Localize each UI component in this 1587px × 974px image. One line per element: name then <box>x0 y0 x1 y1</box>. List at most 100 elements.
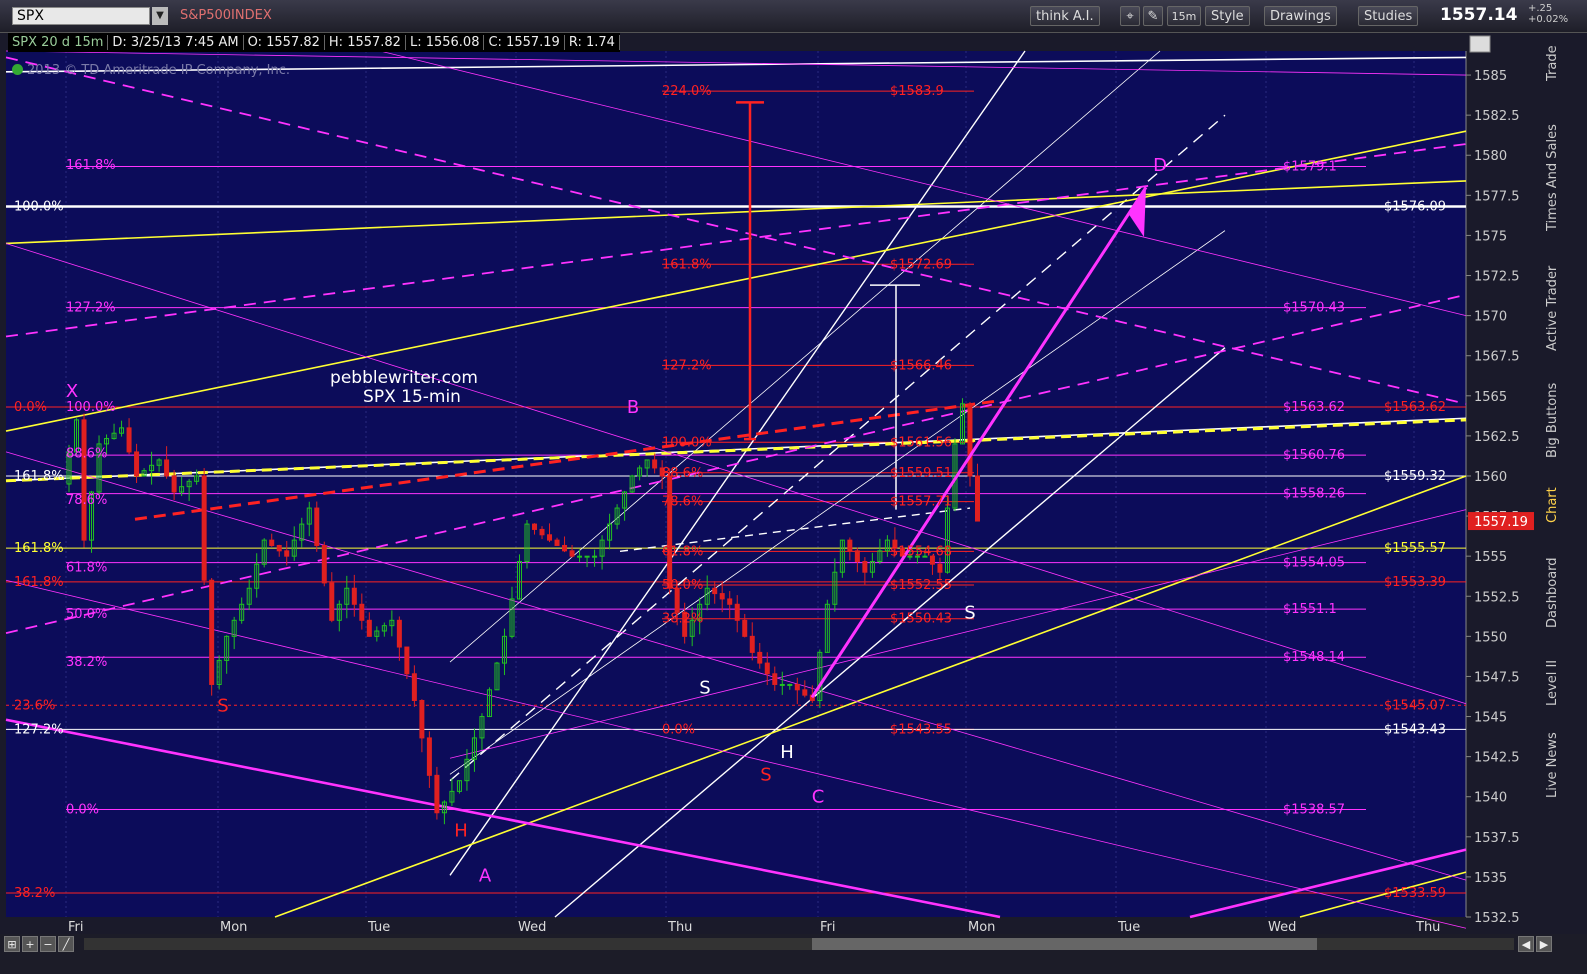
symbol-dropdown-icon[interactable]: ▼ <box>152 7 168 25</box>
y-tick-label: 1547.5 <box>1474 670 1520 685</box>
price-label-far-right: $1545.07 <box>1384 698 1446 713</box>
info-high: H: 1557.82 <box>324 35 406 50</box>
drawings-button[interactable]: Drawings <box>1264 6 1337 26</box>
interval-button[interactable]: 15m <box>1167 6 1201 26</box>
candle-body <box>201 475 207 581</box>
tab-big-buttons[interactable]: Big Buttons <box>1545 373 1567 468</box>
fib-label-mid: 100.0% <box>662 435 712 450</box>
x-tick-label: Tue <box>1117 920 1140 934</box>
zoom-in-icon[interactable]: + <box>22 936 38 952</box>
candle-body <box>171 475 177 493</box>
candle-body <box>592 555 598 558</box>
candle-body <box>329 582 335 621</box>
last-price-tag-label: 1557.19 <box>1474 515 1528 530</box>
x-tick-label: Wed <box>1268 920 1296 934</box>
y-tick-label: 1542.5 <box>1474 751 1520 766</box>
x-tick-label: Fri <box>820 920 836 934</box>
chart-plot[interactable]: Fri Mon Tue Wed Thu Fri Mon Tue Wed Thu 1532.5 1535… <box>0 33 1545 934</box>
symbol-input[interactable]: SPX <box>12 7 150 25</box>
y-tick-label: 1537.5 <box>1474 831 1520 846</box>
y-tick-label: 1562.5 <box>1474 430 1520 445</box>
candle-body <box>321 544 327 584</box>
pattern-point-label: H <box>780 742 794 763</box>
y-tick-label: 1580 <box>1474 149 1507 164</box>
y-tick-label: 1532.5 <box>1474 911 1520 926</box>
tab-dashboard[interactable]: Dashboard <box>1545 548 1567 638</box>
candle-body <box>862 561 868 573</box>
watermark-subtitle: SPX 15-min <box>363 387 461 407</box>
bottom-bar: ⊞ + − ╱ ◀ ▶ <box>0 934 1587 974</box>
info-date: D: 3/25/13 7:45 AM <box>108 35 244 50</box>
studies-button[interactable]: Studies <box>1358 6 1419 26</box>
candle-body <box>411 673 417 702</box>
candle-body <box>772 673 778 685</box>
candle-body <box>426 737 432 776</box>
price-label-mid: $1561.56 <box>890 435 952 450</box>
think-ai-button[interactable]: think A.I. <box>1030 6 1100 26</box>
fib-label-left: 78.6% <box>66 493 107 508</box>
candle-body <box>652 459 658 469</box>
price-label-right: $1570.43 <box>1283 301 1345 316</box>
fib-label-left: 161.8% <box>14 575 64 590</box>
wrench-icon[interactable]: ✎ <box>1143 6 1163 26</box>
scroll-right-icon[interactable]: ▶ <box>1536 936 1552 952</box>
price-label-far-right: $1533.59 <box>1384 886 1446 901</box>
candle-body <box>569 550 575 557</box>
fib-label-left: 161.8% <box>66 158 116 173</box>
x-tick-label: Thu <box>667 920 692 934</box>
tab-chart[interactable]: Chart <box>1545 478 1567 533</box>
price-label-yellow: $1555.57 <box>1384 541 1446 556</box>
fib-label-mid: 50.0% <box>662 578 703 593</box>
candle-body <box>562 544 568 552</box>
fib-label-mid: 38.2% <box>662 612 703 627</box>
price-label-right: $1560.76 <box>1283 448 1345 463</box>
draw-tool-icon[interactable]: ╱ <box>58 936 74 952</box>
watermark-site: pebblewriter.com <box>330 368 478 388</box>
candle-body <box>779 683 785 686</box>
fib-label-left: 127.2% <box>66 301 116 316</box>
candle-body <box>366 619 372 637</box>
copyright-text: 2013 © TD Ameritrade IP Company, Inc. <box>27 63 291 78</box>
y-tick-label: 1575 <box>1474 229 1507 244</box>
style-button[interactable]: Style <box>1205 6 1250 26</box>
scroll-thumb[interactable] <box>812 938 1317 950</box>
fib-label-left: 100.0% <box>66 400 116 415</box>
fib-label-mid: 61.8% <box>662 544 703 559</box>
y-tick-label: 1550 <box>1474 630 1507 645</box>
pattern-point-label: S <box>964 602 975 623</box>
y-tick-label: 1570 <box>1474 310 1507 325</box>
fib-label-left: 161.8% <box>14 541 64 556</box>
candle-body <box>854 550 860 563</box>
price-label-white: $1543.43 <box>1384 722 1446 737</box>
scroll-left-icon[interactable]: ◀ <box>1518 936 1534 952</box>
candle-body <box>734 603 740 621</box>
fib-label-left: 50.0% <box>66 607 107 622</box>
candle-body <box>276 544 282 552</box>
fib-label-left: 100.0% <box>14 200 64 215</box>
info-range: R: 1.74 <box>564 35 620 50</box>
zoom-fit-icon[interactable]: ⊞ <box>4 936 20 952</box>
fib-label-left: 88.6% <box>66 447 107 462</box>
zoom-out-icon[interactable]: − <box>40 936 56 952</box>
tab-trade[interactable]: Trade <box>1545 33 1567 93</box>
y-tick-label: 1555 <box>1474 550 1507 565</box>
candle-body <box>434 774 440 814</box>
crosshair-icon[interactable]: ⌖ <box>1120 6 1140 26</box>
fib-label-left: 38.2% <box>14 886 55 901</box>
x-tick-label: Tue <box>367 920 390 934</box>
pattern-point-label: S <box>760 764 771 785</box>
y-tick-label: 1577.5 <box>1474 189 1520 204</box>
candle-body <box>126 427 132 453</box>
tab-times-and-sales[interactable]: Times And Sales <box>1545 113 1567 243</box>
candle-body <box>742 619 748 637</box>
price-label-far-right: $1553.39 <box>1384 575 1446 590</box>
tab-level-ii[interactable]: Level II <box>1545 653 1567 713</box>
candle-body <box>359 603 365 621</box>
tab-active-trader[interactable]: Active Trader <box>1545 253 1567 363</box>
fib-label-mid: 78.6% <box>662 495 703 510</box>
fib-label-left: 0.0% <box>66 803 99 818</box>
fib-label-mid: 224.0% <box>662 84 712 99</box>
tab-live-news[interactable]: Live News <box>1545 723 1567 808</box>
price-label-right: $1558.26 <box>1283 487 1345 502</box>
price-label-far-right: $1563.62 <box>1384 400 1446 415</box>
